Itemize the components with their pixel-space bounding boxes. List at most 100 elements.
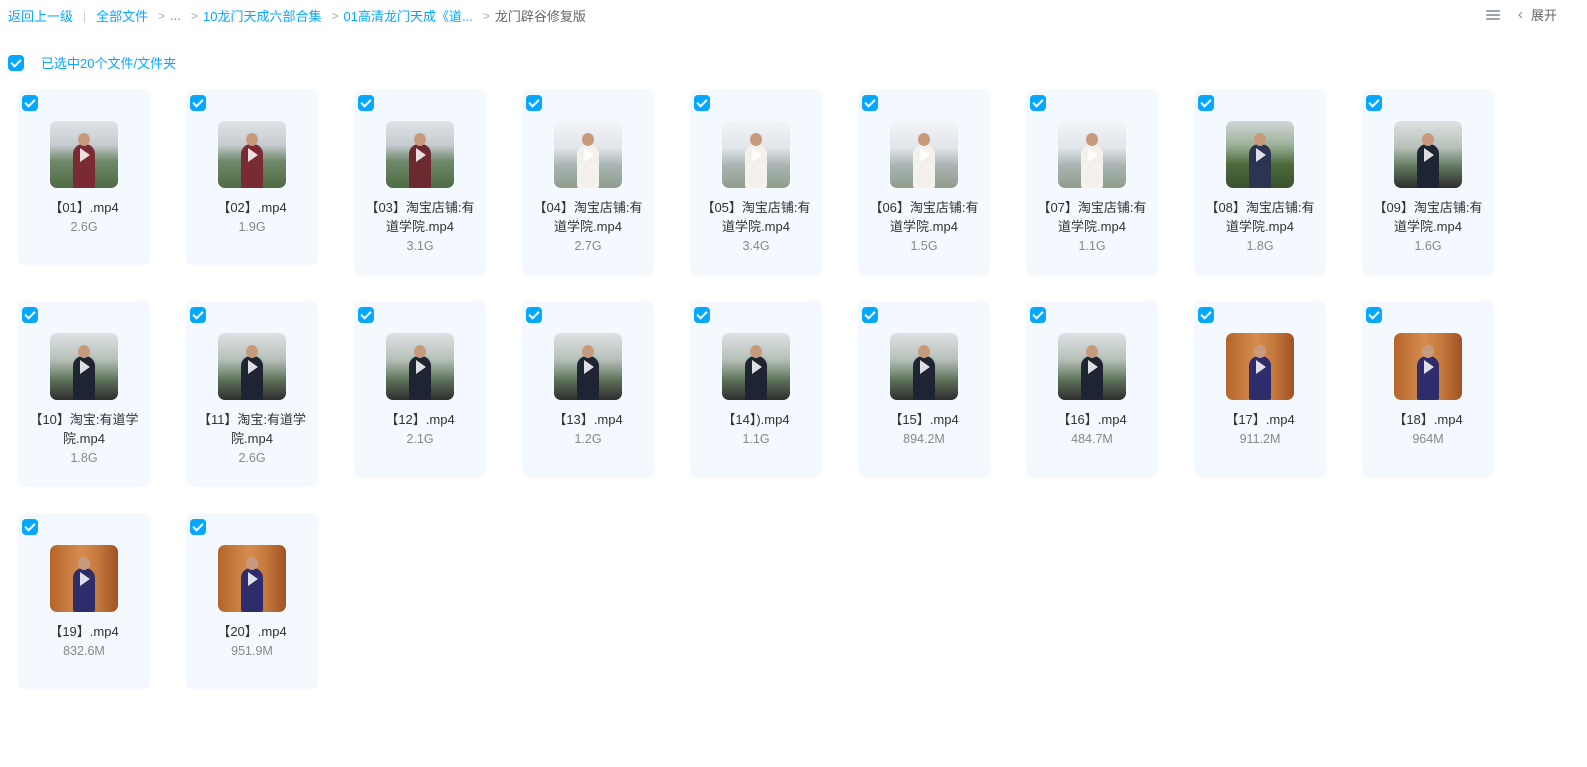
file-checkbox[interactable] bbox=[1030, 95, 1046, 111]
file-card[interactable]: 【15】.mp4 894.2M bbox=[858, 301, 990, 478]
file-name[interactable]: 【07】淘宝店铺:有道学院.mp4 bbox=[1026, 198, 1158, 236]
file-checkbox[interactable] bbox=[22, 307, 38, 323]
video-thumbnail[interactable] bbox=[722, 121, 790, 188]
file-name[interactable]: 【15】.mp4 bbox=[858, 410, 990, 429]
file-checkbox[interactable] bbox=[694, 95, 710, 111]
file-checkbox[interactable] bbox=[22, 95, 38, 111]
file-name[interactable]: 【08】淘宝店铺:有道学院.mp4 bbox=[1194, 198, 1326, 236]
view-tools: ‹ 展开 bbox=[1485, 5, 1557, 24]
list-view-icon[interactable] bbox=[1485, 9, 1500, 21]
breadcrumb-item-all-files[interactable]: 全部文件 bbox=[96, 6, 148, 25]
expand-button[interactable]: ‹ 展开 bbox=[1518, 5, 1557, 24]
file-checkbox[interactable] bbox=[190, 95, 206, 111]
file-card[interactable]: 【02】.mp4 1.9G bbox=[186, 89, 318, 266]
file-name[interactable]: 【06】淘宝店铺:有道学院.mp4 bbox=[858, 198, 990, 236]
video-thumbnail[interactable] bbox=[50, 121, 118, 188]
file-checkbox[interactable] bbox=[190, 519, 206, 535]
chevron-right-icon: > bbox=[191, 8, 199, 23]
breadcrumb-item-ellipsis[interactable]: ... bbox=[170, 8, 181, 23]
file-card[interactable]: 【05】淘宝店铺:有道学院.mp4 3.4G bbox=[690, 89, 822, 275]
file-card[interactable]: 【18】.mp4 964M bbox=[1362, 301, 1494, 478]
file-card[interactable]: 【06】淘宝店铺:有道学院.mp4 1.5G bbox=[858, 89, 990, 275]
file-card[interactable]: 【04】淘宝店铺:有道学院.mp4 2.7G bbox=[522, 89, 654, 275]
video-thumbnail[interactable] bbox=[50, 333, 118, 400]
file-name[interactable]: 【10】淘宝:有道学院.mp4 bbox=[18, 410, 150, 448]
play-icon bbox=[584, 147, 594, 162]
file-name[interactable]: 【03】淘宝店铺:有道学院.mp4 bbox=[354, 198, 486, 236]
file-checkbox[interactable] bbox=[1366, 95, 1382, 111]
breadcrumb-item-folder[interactable]: 01高清龙门天成《道... bbox=[344, 6, 473, 25]
file-name[interactable]: 【02】.mp4 bbox=[186, 198, 318, 217]
file-card[interactable]: 【16】.mp4 484.7M bbox=[1026, 301, 1158, 478]
file-card[interactable]: 【08】淘宝店铺:有道学院.mp4 1.8G bbox=[1194, 89, 1326, 275]
back-link[interactable]: 返回上一级 bbox=[8, 6, 73, 25]
person-head bbox=[750, 345, 762, 358]
breadcrumb-item-collection[interactable]: 10龙门天成六部合集 bbox=[203, 6, 321, 25]
file-card[interactable]: 【14】).mp4 1.1G bbox=[690, 301, 822, 478]
video-thumbnail[interactable] bbox=[890, 121, 958, 188]
file-name[interactable]: 【12】.mp4 bbox=[354, 410, 486, 429]
file-checkbox[interactable] bbox=[1366, 307, 1382, 323]
file-name[interactable]: 【11】淘宝:有道学院.mp4 bbox=[186, 410, 318, 448]
file-card[interactable]: 【03】淘宝店铺:有道学院.mp4 3.1G bbox=[354, 89, 486, 275]
file-checkbox[interactable] bbox=[526, 95, 542, 111]
play-icon bbox=[920, 147, 930, 162]
video-thumbnail[interactable] bbox=[1394, 333, 1462, 400]
video-thumbnail[interactable] bbox=[890, 333, 958, 400]
file-name[interactable]: 【01】.mp4 bbox=[18, 198, 150, 217]
file-size: 3.4G bbox=[742, 239, 770, 253]
file-checkbox[interactable] bbox=[1198, 95, 1214, 111]
file-checkbox[interactable] bbox=[358, 95, 374, 111]
file-name[interactable]: 【17】.mp4 bbox=[1194, 410, 1326, 429]
file-name[interactable]: 【09】淘宝店铺:有道学院.mp4 bbox=[1362, 198, 1494, 236]
file-name[interactable]: 【04】淘宝店铺:有道学院.mp4 bbox=[522, 198, 654, 236]
breadcrumb-current: 龙门辟谷修复版 bbox=[494, 9, 586, 24]
file-card[interactable]: 【11】淘宝:有道学院.mp4 2.6G bbox=[186, 301, 318, 487]
file-card[interactable]: 【13】.mp4 1.2G bbox=[522, 301, 654, 478]
select-all-checkbox[interactable] bbox=[8, 54, 24, 71]
file-card[interactable]: 【01】.mp4 2.6G bbox=[18, 89, 150, 266]
play-icon bbox=[1424, 147, 1434, 162]
file-size: 1.6G bbox=[1414, 239, 1442, 253]
file-name[interactable]: 【05】淘宝店铺:有道学院.mp4 bbox=[690, 198, 822, 236]
video-thumbnail[interactable] bbox=[722, 333, 790, 400]
file-card[interactable]: 【12】.mp4 2.1G bbox=[354, 301, 486, 478]
file-checkbox[interactable] bbox=[694, 307, 710, 323]
video-thumbnail[interactable] bbox=[218, 121, 286, 188]
file-checkbox[interactable] bbox=[22, 519, 38, 535]
file-checkbox[interactable] bbox=[526, 307, 542, 323]
file-card[interactable]: 【10】淘宝:有道学院.mp4 1.8G bbox=[18, 301, 150, 487]
file-card[interactable]: 【20】.mp4 951.9M bbox=[186, 513, 318, 690]
file-checkbox[interactable] bbox=[358, 307, 374, 323]
video-thumbnail[interactable] bbox=[1226, 333, 1294, 400]
file-checkbox[interactable] bbox=[1030, 307, 1046, 323]
file-name[interactable]: 【19】.mp4 bbox=[18, 622, 150, 641]
video-thumbnail[interactable] bbox=[218, 333, 286, 400]
video-thumbnail[interactable] bbox=[1058, 333, 1126, 400]
file-checkbox[interactable] bbox=[862, 95, 878, 111]
video-thumbnail[interactable] bbox=[386, 121, 454, 188]
file-card[interactable]: 【17】.mp4 911.2M bbox=[1194, 301, 1326, 478]
video-thumbnail[interactable] bbox=[1394, 121, 1462, 188]
file-name[interactable]: 【16】.mp4 bbox=[1026, 410, 1158, 429]
video-thumbnail[interactable] bbox=[1058, 121, 1126, 188]
file-card[interactable]: 【19】.mp4 832.6M bbox=[18, 513, 150, 690]
video-thumbnail[interactable] bbox=[554, 333, 622, 400]
file-size: 1.2G bbox=[574, 432, 602, 446]
file-name[interactable]: 【20】.mp4 bbox=[186, 622, 318, 641]
file-name[interactable]: 【14】).mp4 bbox=[690, 410, 822, 429]
file-card[interactable]: 【09】淘宝店铺:有道学院.mp4 1.6G bbox=[1362, 89, 1494, 275]
file-name[interactable]: 【18】.mp4 bbox=[1362, 410, 1494, 429]
file-checkbox[interactable] bbox=[1198, 307, 1214, 323]
play-icon bbox=[80, 147, 90, 162]
file-checkbox[interactable] bbox=[190, 307, 206, 323]
video-thumbnail[interactable] bbox=[386, 333, 454, 400]
play-icon bbox=[1424, 359, 1434, 374]
video-thumbnail[interactable] bbox=[554, 121, 622, 188]
file-card[interactable]: 【07】淘宝店铺:有道学院.mp4 1.1G bbox=[1026, 89, 1158, 275]
video-thumbnail[interactable] bbox=[1226, 121, 1294, 188]
file-checkbox[interactable] bbox=[862, 307, 878, 323]
file-name[interactable]: 【13】.mp4 bbox=[522, 410, 654, 429]
video-thumbnail[interactable] bbox=[218, 545, 286, 612]
video-thumbnail[interactable] bbox=[50, 545, 118, 612]
